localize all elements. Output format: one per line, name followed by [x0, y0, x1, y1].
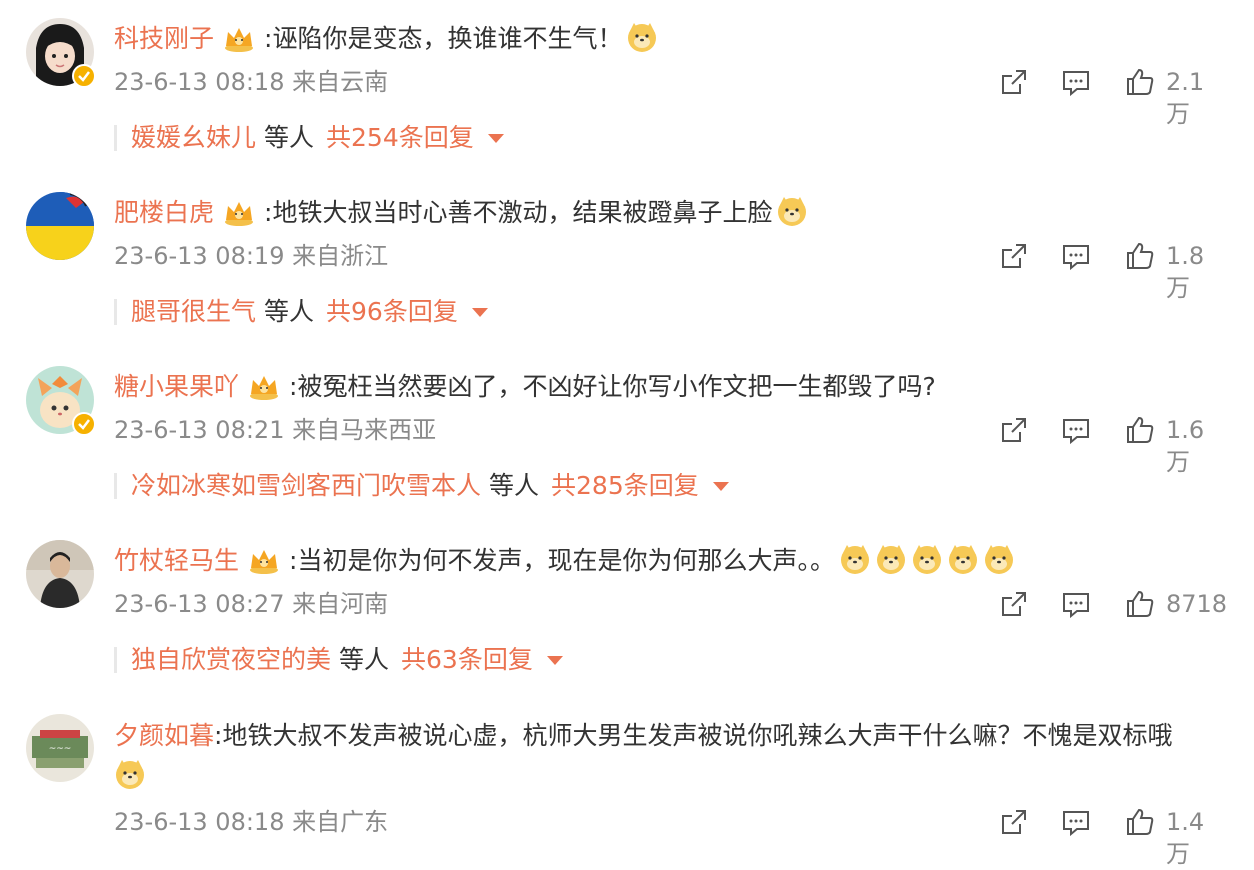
like-icon[interactable]	[1124, 66, 1156, 98]
comment-location: 来自浙江	[292, 242, 389, 270]
comment-line: 肥楼白虎 :地铁大叔当时心善不激动，结果被蹬鼻子上脸	[114, 194, 1234, 232]
doge-emoji	[911, 543, 943, 575]
comment-date: 23-6-13 08:21	[114, 416, 285, 444]
reply-username[interactable]: 腿哥很生气	[131, 297, 256, 326]
comment-meta: 23-6-13 08:19 来自浙江	[114, 240, 388, 272]
comment-icon[interactable]	[1060, 806, 1092, 838]
reply-others: 等人	[339, 645, 390, 674]
reply-divider	[114, 299, 117, 325]
comment-date: 23-6-13 08:18	[114, 808, 285, 836]
comment-actions: 2.1万	[998, 66, 1224, 128]
like-icon[interactable]	[1124, 806, 1156, 838]
username[interactable]: 科技刚子	[114, 24, 214, 53]
replies-summary[interactable]: 冷如冰寒如雪剑客西门吹雪本人 等人 共285条回复	[114, 469, 729, 503]
verified-badge	[72, 64, 96, 88]
reply-divider	[114, 647, 117, 673]
crown-icon	[247, 546, 281, 574]
avatar[interactable]	[26, 540, 94, 608]
avatar[interactable]	[26, 192, 94, 260]
doge-emoji	[839, 543, 871, 575]
comment-icon[interactable]	[1060, 588, 1092, 620]
reply-count[interactable]: 共254条回复	[326, 123, 474, 152]
comment-meta: 23-6-13 08:18 来自云南	[114, 66, 388, 98]
avatar[interactable]: ~~~	[26, 714, 94, 782]
comment-text: :当初是你为何不发声，现在是你为何那么大声。。	[289, 546, 835, 575]
comment-date: 23-6-13 08:18	[114, 68, 285, 96]
doge-emoji	[114, 758, 146, 790]
doge-emoji	[776, 195, 808, 227]
comment-actions: 8718	[998, 588, 1228, 622]
chevron-down-icon[interactable]	[546, 656, 563, 665]
crown-icon	[247, 372, 281, 400]
comment-location: 来自广东	[292, 808, 389, 836]
username[interactable]: 竹杖轻马生	[114, 546, 239, 575]
comment-text: :被冤枉当然要凶了，不凶好让你写小作文把一生都毁了吗?	[289, 372, 936, 401]
comment-text: :诬陷你是变态，换谁谁不生气！	[264, 24, 623, 53]
chevron-down-icon[interactable]	[471, 308, 488, 317]
doge-emoji	[983, 543, 1015, 575]
comment-meta: 23-6-13 08:21 来自马来西亚	[114, 414, 436, 446]
replies-summary[interactable]: 媛媛幺妹儿 等人 共254条回复	[114, 121, 504, 155]
crown-icon	[222, 24, 256, 52]
reply-username[interactable]: 媛媛幺妹儿	[131, 123, 256, 152]
username[interactable]: 夕颜如暮	[114, 721, 214, 750]
comment-location: 来自云南	[292, 68, 389, 96]
comment-icon[interactable]	[1060, 66, 1092, 98]
doge-emoji	[875, 543, 907, 575]
comment-actions: 1.8万	[998, 240, 1224, 302]
share-icon[interactable]	[998, 66, 1030, 98]
svg-text:~~~: ~~~	[49, 744, 72, 754]
doge-emoji	[947, 543, 979, 575]
comment-meta: 23-6-13 08:18 来自广东	[114, 806, 388, 838]
reply-divider	[114, 125, 117, 151]
comment-meta: 23-6-13 08:27 来自河南	[114, 588, 388, 620]
reply-count[interactable]: 共285条回复	[551, 471, 699, 500]
reply-divider	[114, 473, 117, 499]
doge-emoji	[626, 21, 658, 53]
comment-actions: 1.4万	[998, 806, 1224, 868]
reply-others: 等人	[264, 297, 315, 326]
like-icon[interactable]	[1124, 588, 1156, 620]
like-count: 2.1万	[1166, 68, 1205, 128]
comment-text: :地铁大叔当时心善不激动，结果被蹬鼻子上脸	[264, 198, 773, 227]
comment-actions: 1.6万	[998, 414, 1224, 476]
comment-line: 糖小果果吖 :被冤枉当然要凶了，不凶好让你写小作文把一生都毁了吗?	[114, 368, 1234, 406]
replies-summary[interactable]: 腿哥很生气 等人 共96条回复	[114, 295, 488, 329]
like-count: 1.4万	[1166, 808, 1205, 868]
like-count: 1.8万	[1166, 242, 1205, 302]
share-icon[interactable]	[998, 414, 1030, 446]
share-icon[interactable]	[998, 806, 1030, 838]
reply-username[interactable]: 独自欣赏夜空的美	[131, 645, 331, 674]
reply-others: 等人	[489, 471, 540, 500]
comment-icon[interactable]	[1060, 240, 1092, 272]
reply-count[interactable]: 共63条回复	[401, 645, 533, 674]
chevron-down-icon[interactable]	[712, 482, 729, 491]
reply-username[interactable]: 冷如冰寒如雪剑客西门吹雪本人	[131, 471, 481, 500]
chevron-down-icon[interactable]	[487, 134, 504, 143]
comment-date: 23-6-13 08:19	[114, 242, 285, 270]
comment-icon[interactable]	[1060, 414, 1092, 446]
replies-summary[interactable]: 独自欣赏夜空的美 等人 共63条回复	[114, 643, 563, 677]
comment-date: 23-6-13 08:27	[114, 590, 285, 618]
comment-line: 科技刚子 :诬陷你是变态，换谁谁不生气！	[114, 20, 1234, 58]
username[interactable]: 糖小果果吖	[114, 372, 239, 401]
like-icon[interactable]	[1124, 240, 1156, 272]
reply-others: 等人	[264, 123, 315, 152]
like-count: 8718	[1166, 590, 1228, 618]
reply-count[interactable]: 共96条回复	[326, 297, 458, 326]
comment-text: :地铁大叔不发声被说心虚，杭师大男生发声被说你吼辣么大声干什么嘛？不愧是双标哦	[214, 721, 1173, 750]
comment-line: 夕颜如暮:地铁大叔不发声被说心虚，杭师大男生发声被说你吼辣么大声干什么嘛？不愧是…	[114, 716, 1224, 796]
like-icon[interactable]	[1124, 414, 1156, 446]
username[interactable]: 肥楼白虎	[114, 198, 214, 227]
share-icon[interactable]	[998, 588, 1030, 620]
comment-line: 竹杖轻马生 :当初是你为何不发声，现在是你为何那么大声。。	[114, 542, 1234, 580]
share-icon[interactable]	[998, 240, 1030, 272]
verified-badge	[72, 412, 96, 436]
comment-location: 来自河南	[292, 590, 389, 618]
comment-location: 来自马来西亚	[292, 416, 437, 444]
crown-icon	[222, 198, 256, 226]
like-count: 1.6万	[1166, 416, 1205, 476]
